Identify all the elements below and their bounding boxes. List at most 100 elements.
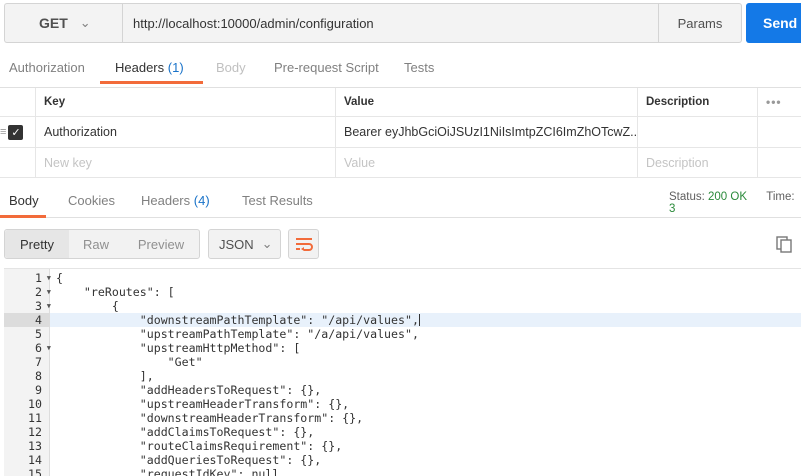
fold-toggle-icon[interactable]: ▼	[47, 299, 51, 313]
url-input[interactable]: http://localhost:10000/admin/configurati…	[122, 3, 659, 43]
view-raw-button[interactable]: Raw	[69, 230, 123, 258]
code-text: ],	[56, 369, 154, 383]
tab-response-headers-label: Headers	[141, 193, 191, 208]
header-value-input[interactable]: Bearer eyJhbGciOiJSUzI1NiIsImtpZCI6ImZhO…	[336, 117, 638, 147]
code-line: 8 ],	[4, 369, 801, 383]
tab-test-results[interactable]: Test Results	[242, 185, 313, 217]
params-button[interactable]: Params	[659, 3, 742, 43]
header-key-input[interactable]: Authorization	[36, 117, 336, 147]
code-line: 10 "upstreamHeaderTransform": {},	[4, 397, 801, 411]
headers-table-header: Key Value Description •••	[0, 88, 801, 117]
col-key: Key	[36, 88, 336, 116]
method-select[interactable]: GET ⌄	[4, 3, 122, 43]
new-description-input[interactable]: Description	[638, 148, 758, 177]
line-number-value: 7	[35, 355, 42, 369]
line-number-value: 8	[35, 369, 42, 383]
line-number: 2 ▼	[4, 285, 51, 299]
line-number: 7	[4, 355, 50, 369]
status-info: Status: 200 OK Time: 3	[669, 191, 801, 215]
line-number: 4	[4, 313, 50, 327]
tab-response-headers-count: (4)	[193, 193, 210, 208]
code-line: 4 "downstreamPathTemplate": "/api/values…	[4, 313, 801, 327]
code-text: "addHeadersToRequest": {},	[56, 383, 322, 397]
code-line: 1 ▼{	[4, 271, 801, 285]
code-text: "downstreamHeaderTransform": {},	[56, 411, 364, 425]
request-bar: GET ⌄ http://localhost:10000/admin/confi…	[4, 3, 801, 43]
tab-headers-label: Headers	[115, 60, 165, 75]
tab-tests[interactable]: Tests	[404, 52, 434, 84]
fold-toggle-icon[interactable]: ▼	[47, 285, 51, 299]
view-preview-button[interactable]: Preview	[123, 230, 199, 258]
active-response-tab-indicator	[0, 215, 46, 218]
code-text: "reRoutes": [	[56, 285, 175, 299]
response-body-editor[interactable]: 1 ▼{2 ▼ "reRoutes": [3 ▼ {4 "downstreamPath…	[4, 268, 801, 476]
line-number-value: 9	[35, 383, 42, 397]
code-line: 9 "addHeadersToRequest": {},	[4, 383, 801, 397]
code-line: 5 "upstreamPathTemplate": "/a/api/values…	[4, 327, 801, 341]
code-text: "upstreamHttpMethod": [	[56, 341, 301, 355]
line-number-value: 11	[28, 411, 42, 425]
tab-prerequest-script[interactable]: Pre-request Script	[274, 52, 379, 84]
tab-response-body[interactable]: Body	[9, 185, 39, 217]
code-line: 12 "addClaimsToRequest": {},	[4, 425, 801, 439]
code-line: 15 "requestIdKey": null,	[4, 467, 801, 476]
send-button[interactable]: Send	[746, 3, 801, 43]
code-line: 6 ▼ "upstreamHttpMethod": [	[4, 341, 801, 355]
col-description: Description	[638, 88, 758, 116]
code-text: "requestIdKey": null,	[56, 467, 287, 476]
line-number-value: 13	[28, 439, 42, 453]
code-line: 7 "Get"	[4, 355, 801, 369]
more-options-button[interactable]: •••	[758, 88, 801, 116]
wrap-lines-button[interactable]	[288, 229, 319, 259]
line-number-value: 10	[28, 397, 42, 411]
line-number: 3 ▼	[4, 299, 51, 313]
chevron-down-icon: ⌄	[261, 236, 273, 251]
tab-headers-count: (1)	[167, 60, 184, 75]
tab-cookies[interactable]: Cookies	[68, 185, 115, 217]
new-value-input[interactable]: Value	[336, 148, 638, 177]
format-select[interactable]: JSON ⌄	[208, 229, 281, 259]
view-mode-group: Pretty Raw Preview	[4, 229, 200, 259]
table-row-new: New key Value Description	[0, 148, 801, 178]
line-number-value: 15	[28, 467, 42, 476]
line-number: 10	[4, 397, 50, 411]
code-line: 14 "addQueriesToRequest": {},	[4, 453, 801, 467]
line-number: 8	[4, 369, 50, 383]
line-number: 12	[4, 425, 50, 439]
line-number: 15	[4, 467, 50, 476]
format-value: JSON	[219, 236, 254, 252]
header-enabled-checkbox[interactable]: ✓	[8, 124, 24, 140]
url-value: http://localhost:10000/admin/configurati…	[133, 15, 374, 31]
chevron-down-icon: ⌄	[79, 15, 91, 30]
line-number: 11	[4, 411, 50, 425]
code-text: {	[56, 299, 119, 313]
tab-body[interactable]: Body	[216, 52, 246, 84]
code-text: "upstreamHeaderTransform": {},	[56, 397, 350, 411]
line-number: 6 ▼	[4, 341, 51, 355]
code-text: "downstreamPathTemplate": "/api/values",	[56, 313, 420, 327]
code-text: "addQueriesToRequest": {},	[56, 453, 322, 467]
line-number-value: 12	[28, 425, 42, 439]
fold-toggle-icon[interactable]: ▼	[47, 271, 51, 285]
line-number: 5	[4, 327, 50, 341]
fold-toggle-icon[interactable]: ▼	[47, 341, 51, 355]
tab-authorization[interactable]: Authorization	[9, 52, 85, 84]
status-label: Status:	[669, 191, 705, 203]
drag-handle-icon[interactable]: ≡	[0, 126, 6, 138]
time-label: Time:	[766, 191, 795, 203]
tab-headers[interactable]: Headers (1)	[115, 52, 184, 84]
headers-table: Key Value Description ••• ≡ ✓ Authorizat…	[0, 87, 801, 178]
header-description-input[interactable]	[638, 117, 758, 147]
tab-response-headers[interactable]: Headers (4)	[141, 185, 210, 217]
checkmark-icon: ✓	[11, 126, 21, 139]
code-line: 13 "routeClaimsRequirement": {},	[4, 439, 801, 453]
view-pretty-button[interactable]: Pretty	[5, 230, 69, 258]
line-number-value: 1	[35, 271, 42, 285]
code-line: 2 ▼ "reRoutes": [	[4, 285, 801, 299]
copy-icon	[776, 236, 792, 253]
table-row: ≡ ✓ Authorization Bearer eyJhbGciOiJSUzI…	[0, 117, 801, 148]
request-tabs: Authorization Headers (1) Body Pre-reque…	[0, 52, 801, 84]
new-key-input[interactable]: New key	[36, 148, 336, 177]
copy-button[interactable]	[776, 236, 793, 253]
more-icon: •••	[766, 95, 782, 109]
